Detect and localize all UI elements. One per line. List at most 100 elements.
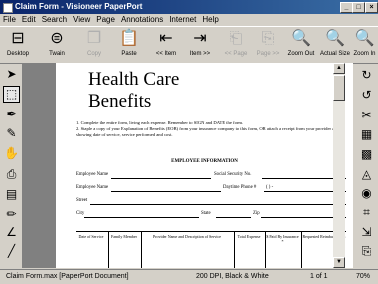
main-toolbar: ⊟ Desktop ⊜ Twain ❐ Copy 📋 Paste ⇤ << Item ⇥ I… xyxy=(0,26,378,64)
col-family-member: Family Member xyxy=(111,234,137,239)
ssn-label: Social Security No. xyxy=(214,172,252,177)
street-label: Street xyxy=(76,198,88,203)
doc-heading: Health Care Benefits xyxy=(88,69,179,113)
select-area-icon[interactable]: ⬚ xyxy=(3,86,20,103)
enhance-icon[interactable]: ▦ xyxy=(359,127,374,142)
rotate-left-icon[interactable]: ↺ xyxy=(359,88,374,103)
employee-name-label: Employee Name xyxy=(76,172,109,177)
city-line xyxy=(84,217,199,218)
highlighter-icon[interactable]: ✏ xyxy=(4,207,19,222)
col-date-of-service: Date of Service xyxy=(78,234,104,239)
paste-button[interactable]: 📋 Paste xyxy=(116,29,142,61)
menu-help[interactable]: Help xyxy=(199,14,221,26)
scroll-up-arrow-icon[interactable]: ▲ xyxy=(333,63,345,74)
copy-button[interactable]: ❐ Copy xyxy=(82,29,106,61)
rotate-right-icon[interactable]: ↻ xyxy=(359,68,374,83)
instruction-1: 1. Complete the entire form, living each… xyxy=(76,120,244,125)
desktop-label: Desktop xyxy=(6,51,29,57)
menu-search[interactable]: Search xyxy=(39,14,70,26)
export-icon[interactable]: ⇲ xyxy=(359,225,374,240)
arrow-pointer-icon[interactable]: ➤ xyxy=(4,67,19,82)
menu-edit[interactable]: Edit xyxy=(19,14,39,26)
line-icon[interactable]: ╱ xyxy=(4,244,19,259)
desktop-icon: ⊟ xyxy=(11,30,25,47)
zoom-in-label: Zoom In xyxy=(353,51,376,57)
next-item-icon: ⇥ xyxy=(193,30,207,47)
employee-name-line xyxy=(111,178,211,179)
menu-internet[interactable]: Internet xyxy=(166,14,199,26)
zoom-out-icon: 🔍 xyxy=(291,30,311,47)
window-title: Claim Form - Visioneer PaperPort xyxy=(15,2,143,11)
app-icon[interactable] xyxy=(3,3,13,13)
bell-icon[interactable]: ◬ xyxy=(359,167,374,182)
right-toolbar: ↻ ↺ ✂ ▦ ▩ ◬ ◉ ⌗ ⇲ ⎘ xyxy=(356,63,378,269)
scanner-icon: ⊜ xyxy=(50,30,64,47)
zoom-in-button[interactable]: 🔍 Zoom In xyxy=(352,29,377,61)
phone-value: ( ) - xyxy=(266,185,274,190)
next-item-label: Item >> xyxy=(189,51,211,57)
status-bar: Claim Form.max [PaperPort Document] 200 … xyxy=(0,269,378,284)
desktop-button[interactable]: ⊟ Desktop xyxy=(2,29,34,61)
heading-line-1: Health Care xyxy=(88,69,180,90)
prev-item-button[interactable]: ⇤ << Item xyxy=(152,29,180,61)
status-zoom: 70% xyxy=(356,273,371,280)
zoom-in-icon: 🔍 xyxy=(354,30,375,47)
prev-page-icon: ⎗ xyxy=(229,30,243,47)
text-annotation-icon[interactable]: ▤ xyxy=(4,187,19,202)
page-export-icon[interactable]: ⎘ xyxy=(359,244,374,259)
menu-file[interactable]: File xyxy=(0,14,19,26)
menu-page[interactable]: Page xyxy=(93,14,118,26)
heading-line-2: Benefits xyxy=(88,91,152,112)
freehand-icon[interactable]: ∠ xyxy=(4,225,19,240)
vertical-scrollbar[interactable]: ▲ ▼ xyxy=(333,63,345,268)
paste-icon: 📋 xyxy=(119,30,139,47)
status-page: 1 of 1 xyxy=(310,273,328,280)
note-icon[interactable]: ✎ xyxy=(4,126,19,141)
employee-name-label-2: Employee Name xyxy=(76,185,109,190)
instruction-2: 2. Staple a copy of your Explanation of … xyxy=(76,126,339,137)
crop-icon[interactable]: ⌗ xyxy=(359,205,374,220)
straighten-icon[interactable]: ✂ xyxy=(359,108,374,123)
prev-item-icon: ⇤ xyxy=(159,30,173,47)
prev-item-label: << Item xyxy=(155,51,177,57)
prev-page-button[interactable]: ⎗ << Page xyxy=(222,29,250,61)
zip-label: Zip xyxy=(253,211,260,216)
maximize-button[interactable]: □ xyxy=(352,2,365,13)
prev-page-label: << Page xyxy=(224,51,248,57)
city-label: City xyxy=(76,211,85,216)
title-bar: Claim Form - Visioneer PaperPort _ □ × xyxy=(0,0,378,14)
employee-name-line-2 xyxy=(111,191,221,192)
col-paid-by-insurance: $ Paid By Insurance * xyxy=(266,234,299,244)
menu-bar: File Edit Search View Page Annotations Interne… xyxy=(0,14,378,26)
copy-label: Copy xyxy=(86,51,101,57)
pen-icon[interactable]: ✒ xyxy=(4,107,19,122)
grid-icon[interactable]: ▩ xyxy=(359,147,374,162)
next-page-button[interactable]: ⎘ Page >> xyxy=(254,29,282,61)
stamp-icon[interactable]: ⎙ xyxy=(4,167,19,182)
zoom-out-button[interactable]: 🔍 Zoom Out xyxy=(285,29,317,61)
document-view[interactable]: Health Care Benefits 1. Complete the enti… xyxy=(22,63,353,268)
status-filename: Claim Form.max [PaperPort Document] xyxy=(6,273,129,280)
actual-size-button[interactable]: 🔍 Actual Size xyxy=(318,29,352,61)
expense-table: Date of Service Family Member Provider N… xyxy=(76,231,346,268)
menu-view[interactable]: View xyxy=(70,14,93,26)
daytime-phone-label: Daytime Phone # xyxy=(223,185,257,190)
scroll-thumb[interactable] xyxy=(333,75,345,101)
next-page-label: Page >> xyxy=(256,51,280,57)
twain-label: Twain xyxy=(49,51,65,57)
view-icon[interactable]: ◉ xyxy=(359,186,374,201)
scroll-down-arrow-icon[interactable]: ▼ xyxy=(333,257,345,268)
state-label: State xyxy=(201,211,211,216)
menu-annotations[interactable]: Annotations xyxy=(118,14,166,26)
document-page: Health Care Benefits 1. Complete the enti… xyxy=(56,63,353,268)
copy-icon: ❐ xyxy=(86,30,102,47)
next-page-icon: ⎘ xyxy=(261,30,275,47)
section-title: EMPLOYEE INFORMATION xyxy=(171,159,238,164)
twain-button[interactable]: ⊜ Twain xyxy=(44,29,70,61)
close-button[interactable]: × xyxy=(365,2,378,13)
paste-label: Paste xyxy=(121,51,137,57)
hand-icon[interactable]: ✋ xyxy=(4,146,19,161)
next-item-button[interactable]: ⇥ Item >> xyxy=(186,29,214,61)
actual-size-label: Actual Size xyxy=(319,51,350,57)
zoom-out-label: Zoom Out xyxy=(287,51,315,57)
